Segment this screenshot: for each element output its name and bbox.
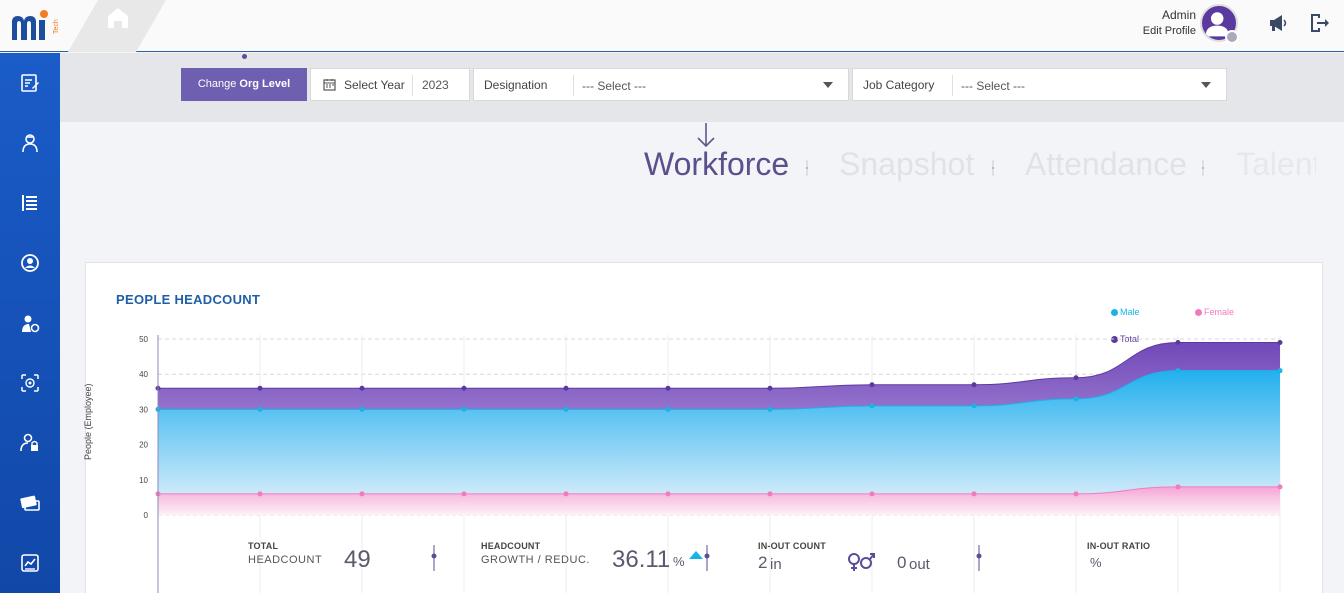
point-male[interactable]	[461, 406, 467, 412]
point-female[interactable]	[869, 491, 875, 497]
point-female[interactable]	[1277, 484, 1283, 490]
inout-ratio-value: %	[1090, 555, 1102, 570]
point-female[interactable]	[359, 491, 365, 497]
point-total[interactable]	[461, 385, 467, 391]
in-value: 2	[758, 553, 768, 572]
point-female[interactable]	[665, 491, 671, 497]
y-axis-label: People (Employee)	[83, 383, 93, 460]
out-value: 0	[897, 553, 907, 572]
point-total[interactable]	[1073, 375, 1079, 381]
point-female[interactable]	[1073, 491, 1079, 497]
point-total[interactable]	[359, 385, 365, 391]
point-male[interactable]	[1073, 396, 1079, 402]
point-male[interactable]	[563, 406, 569, 412]
point-female[interactable]	[563, 491, 569, 497]
point-female[interactable]	[257, 491, 263, 497]
point-male[interactable]	[767, 406, 773, 412]
in-unit: in	[770, 556, 782, 573]
point-total[interactable]	[563, 385, 569, 391]
point-total[interactable]	[869, 382, 875, 388]
growth-caption: HEADCOUNT	[481, 541, 541, 551]
growth-reduc-caption: GROWTH / REDUC.	[481, 554, 590, 566]
inout-ratio-caption: IN-OUT RATIO	[1087, 541, 1151, 551]
y-tick-label: 50	[139, 335, 148, 344]
separator-pin	[704, 545, 710, 571]
point-female[interactable]	[767, 491, 773, 497]
y-tick-label: 0	[144, 511, 149, 520]
point-total[interactable]	[971, 382, 977, 388]
point-total[interactable]	[767, 385, 773, 391]
y-tick-label: 10	[139, 476, 148, 485]
point-male[interactable]	[1175, 368, 1181, 374]
out-unit: out	[909, 556, 930, 573]
growth-value: 36.11	[612, 546, 671, 573]
arrow-up-icon	[689, 551, 703, 559]
y-tick-label: 40	[139, 370, 148, 379]
point-male[interactable]	[971, 403, 977, 409]
growth-unit: %	[673, 554, 685, 569]
point-female[interactable]	[1175, 484, 1181, 490]
point-male[interactable]	[1277, 368, 1283, 374]
point-female[interactable]	[971, 491, 977, 497]
y-tick-label: 20	[139, 441, 148, 450]
point-male[interactable]	[869, 403, 875, 409]
point-female[interactable]	[461, 491, 467, 497]
separator-pin	[431, 545, 437, 571]
point-male[interactable]	[665, 406, 671, 412]
headcount-caption: HEADCOUNT	[248, 554, 323, 566]
point-male[interactable]	[359, 406, 365, 412]
point-total[interactable]	[1175, 340, 1181, 346]
point-male[interactable]	[257, 406, 263, 412]
point-total[interactable]	[665, 385, 671, 391]
headcount-chart: 01020304050	[139, 335, 1283, 593]
y-tick-label: 30	[139, 405, 148, 414]
gender-icon	[848, 553, 875, 571]
point-total[interactable]	[1277, 340, 1283, 346]
inout-count-caption: IN-OUT COUNT	[758, 541, 826, 551]
point-total[interactable]	[257, 385, 263, 391]
total-headcount-value: 49	[344, 546, 371, 573]
separator-pin	[976, 545, 982, 571]
total-caption: TOTAL	[248, 541, 279, 551]
